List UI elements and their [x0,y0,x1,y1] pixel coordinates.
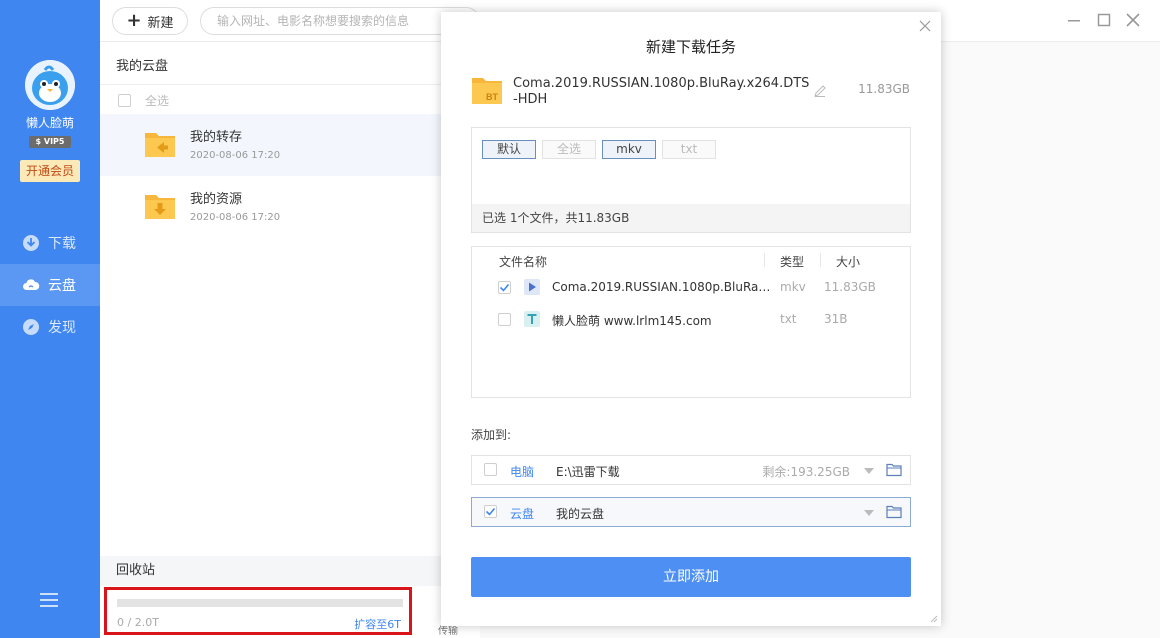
recycle-bin[interactable]: 回收站 [100,556,480,586]
svg-text:BT: BT [486,92,498,102]
resource-folder-icon [145,195,175,219]
destination-path: E:\迅雷下载 [556,465,620,479]
file-checkbox-checked[interactable] [498,281,511,294]
username: 懒人脸萌 [25,116,74,130]
vip-badge: $ VIP5 [29,136,71,148]
bird-avatar-icon [25,60,75,110]
destination-cloud[interactable]: 云盘 我的云盘 [471,497,911,527]
new-task-label: 新建 [147,15,174,31]
nav-cloud-label: 云盘 [48,278,76,294]
column-header-type: 类型 [780,255,805,269]
filter-txt[interactable]: txt [662,140,716,159]
destination-checkbox[interactable] [484,463,497,476]
nav-cloud[interactable]: 云盘 [0,264,100,306]
file-row[interactable]: 懒人脸萌 www.lrlm145.com txt 31B [472,306,910,334]
dropdown-arrow-icon[interactable] [864,510,874,516]
column-header-name: 文件名称 [499,255,548,269]
select-all-label: 全选 [145,94,170,108]
select-all[interactable]: 全选 [118,92,169,109]
file-checkbox[interactable] [498,313,511,326]
filter-select-all[interactable]: 全选 [542,140,596,159]
maximize-icon[interactable] [1094,10,1114,30]
nav-discover-label: 发现 [48,320,76,336]
dialog-close-icon[interactable] [917,20,933,36]
vip-level: VIP5 [43,137,65,146]
column-separator [820,253,821,267]
folder-row[interactable]: 我的资源 2020-08-06 17:20 [100,176,480,238]
destination-free-space: 剩余:193.25GB [762,465,850,479]
folder-date: 2020-08-06 17:20 [190,150,281,161]
text-file-icon [524,311,540,327]
divider [100,84,480,85]
edit-pencil-icon[interactable] [813,84,827,98]
browse-folder-icon[interactable] [886,505,902,519]
filter-mkv[interactable]: mkv [602,140,656,159]
destination-computer[interactable]: 电脑 E:\迅雷下载 剩余:193.25GB [471,455,911,485]
compass-icon [22,318,40,336]
storage-progress-bar [117,599,403,607]
folder-name: 我的资源 [190,192,243,207]
nav-download[interactable]: 下载 [0,222,100,264]
storage-used-text: 0 / 2.0T [117,616,159,629]
minimize-icon[interactable] [1064,10,1084,30]
window-close-icon[interactable] [1123,10,1143,30]
sidebar: 懒人脸萌 $ VIP5 开通会员 下载 云盘 发现 [0,0,100,638]
file-row[interactable]: Coma.2019.RUSSIAN.1080p.BluRay.x264.DTS-… [472,274,910,302]
destination-type: 云盘 [510,507,535,521]
search-input[interactable]: 输入网址、电影名称想要搜索的信息 [200,7,480,35]
expand-storage-link[interactable]: 扩容至6T [354,616,401,632]
selected-summary: 已选 1个文件，共11.83GB [472,204,910,232]
checkmark-icon [485,507,496,516]
folder-name: 我的转存 [190,130,243,145]
file-type: mkv [780,280,806,294]
browse-folder-icon[interactable] [886,463,902,477]
select-all-checkbox[interactable] [118,94,131,107]
new-download-dialog: 新建下载任务 BT Coma.2019.RUSSIAN.1080p.BluRay… [441,12,941,626]
download-icon [22,234,40,252]
file-name: 懒人脸萌 www.lrlm145.com [552,314,712,328]
nav-discover[interactable]: 发现 [0,306,100,348]
cloud-title: 我的云盘 [116,59,169,74]
column-separator [764,253,765,267]
dialog-title: 新建下载任务 [645,38,736,56]
new-task-button[interactable]: + 新建 [112,7,188,35]
open-membership-button[interactable]: 开通会员 [20,160,80,182]
folder-row[interactable]: 我的转存 2020-08-06 17:20 [100,114,480,176]
file-size: 11.83GB [824,280,876,294]
torrent-folder-icon: BT [472,78,502,104]
transfer-folder-icon [145,133,175,157]
add-now-button[interactable]: 立即添加 [471,557,911,597]
folder-date: 2020-08-06 17:20 [190,212,281,223]
cloud-icon [22,276,40,294]
checkmark-icon [499,283,510,292]
video-file-icon [524,279,540,295]
storage-usage-highlight: 0 / 2.0T 扩容至6T [104,587,412,635]
file-list-table: 文件名称 类型 大小 Coma.2019.RUSSIAN.1080p.BluRa… [471,246,911,398]
destination-checkbox-checked[interactable] [484,505,497,518]
dropdown-arrow-icon[interactable] [864,468,874,474]
file-filter-box: 默认 全选 mkv txt 已选 1个文件，共11.83GB [471,127,911,233]
add-to-label: 添加到: [471,428,512,442]
nav-download-label: 下载 [48,236,76,252]
destination-path: 我的云盘 [556,507,605,521]
file-size: 31B [824,312,848,326]
plus-icon: + [126,10,142,31]
menu-icon[interactable] [40,592,58,608]
torrent-name: Coma.2019.RUSSIAN.1080p.BluRay.x264.DTS-… [513,76,810,107]
torrent-size: 11.83GB [858,82,910,96]
file-type: txt [780,312,797,326]
column-header-size: 大小 [836,255,861,269]
file-name: Coma.2019.RUSSIAN.1080p.BluRay.x264.DTS-… [552,280,772,294]
cloud-panel: 我的云盘 全选 我的转存 2020-08-06 17:20 我的资源 2020-… [100,42,480,638]
resize-grip-icon[interactable] [930,615,938,623]
filter-default[interactable]: 默认 [482,140,536,159]
destination-type: 电脑 [510,465,535,479]
avatar[interactable] [25,60,75,110]
